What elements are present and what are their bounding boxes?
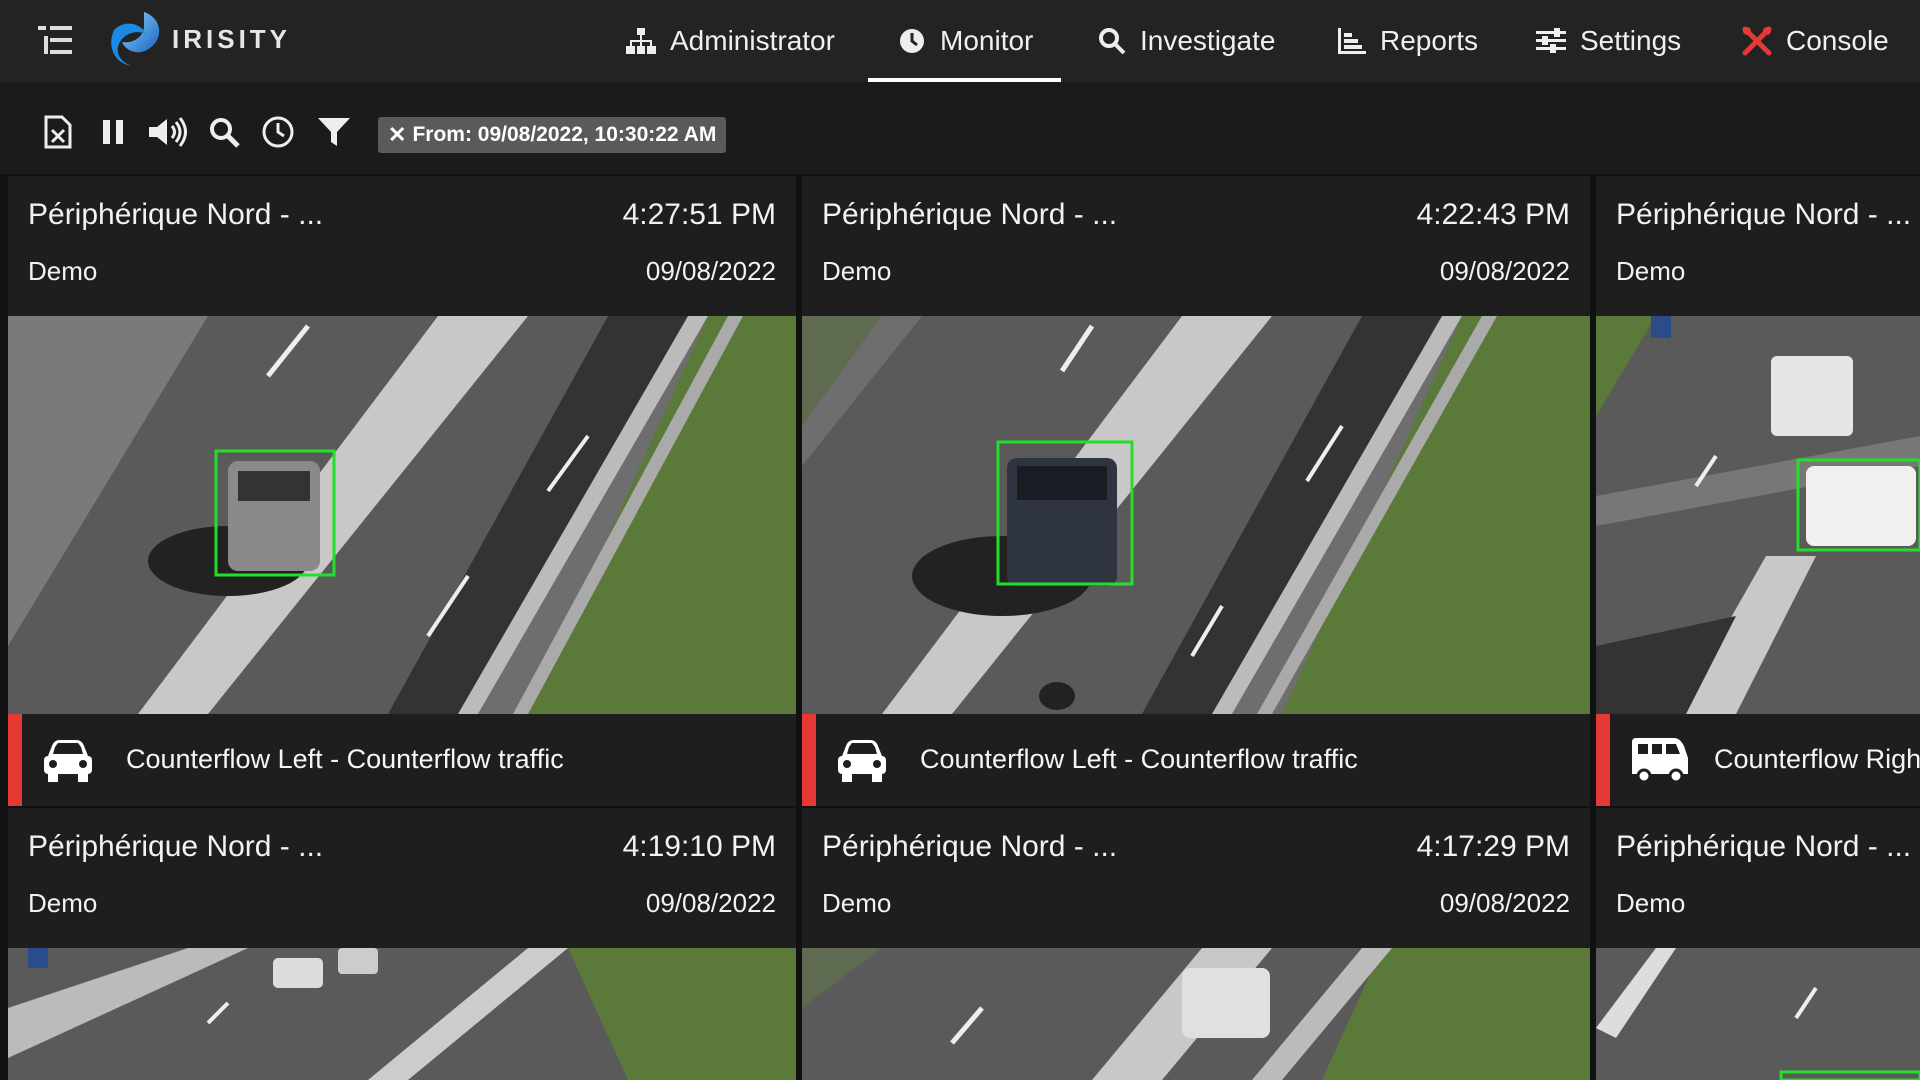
event-footer: Counterflow Righ — [1596, 714, 1920, 806]
event-card[interactable]: Périphérique Nord - ... 4:19:10 PM Demo … — [8, 808, 796, 1080]
event-date: 09/08/2022 — [645, 256, 776, 286]
event-label: Counterflow Left - Counterflow traffic — [126, 744, 564, 774]
export-excel-icon[interactable] — [40, 114, 76, 150]
site-name: Demo — [1616, 888, 1686, 918]
event-time: 4:27:51 PM — [622, 198, 776, 231]
camera-name: Périphérique Nord - ... — [28, 830, 324, 863]
van-icon — [1632, 738, 1688, 784]
chip-close-icon[interactable]: ✕ — [388, 122, 406, 148]
event-date: 09/08/2022 — [1439, 888, 1570, 918]
event-time: 4:19:10 PM — [622, 830, 776, 863]
event-footer: Counterflow Left - Counterflow traffic — [8, 714, 796, 806]
event-card[interactable]: Périphérique Nord - ... Demo Counterflow… — [1596, 176, 1920, 806]
bar-chart-icon — [1338, 28, 1366, 54]
nav-investigate[interactable]: Investigate — [1098, 0, 1275, 82]
camera-name: Périphérique Nord - ... — [1616, 198, 1912, 231]
search-icon[interactable] — [206, 114, 242, 150]
event-snapshot[interactable] — [1596, 948, 1920, 1080]
nav-label: Console — [1786, 25, 1889, 56]
event-date: 09/08/2022 — [1439, 256, 1570, 286]
event-snapshot[interactable] — [802, 316, 1590, 714]
clock-icon — [900, 29, 924, 53]
sidebar-toggle-icon[interactable] — [36, 22, 76, 58]
site-name: Demo — [1616, 256, 1686, 286]
top-nav-bar: IRISITY Administrator Monitor Investigat… — [0, 0, 1920, 82]
event-card[interactable]: Périphérique Nord - ... 4:22:43 PM Demo … — [802, 176, 1590, 806]
nav-console[interactable]: Console — [1742, 0, 1889, 82]
date-filter-chip[interactable]: ✕ From: 09/08/2022, 10:30:22 AM — [378, 117, 727, 153]
event-time: 4:22:43 PM — [1416, 198, 1570, 231]
nav-administrator[interactable]: Administrator — [626, 0, 835, 82]
event-snapshot[interactable] — [1596, 316, 1920, 714]
alert-indicator — [802, 714, 816, 806]
site-name: Demo — [28, 888, 98, 918]
event-card[interactable]: Périphérique Nord - ... 4:27:51 PM Demo … — [8, 176, 796, 806]
filter-icon[interactable] — [316, 114, 352, 150]
brand-name: IRISITY — [172, 24, 292, 54]
alert-indicator — [8, 714, 22, 806]
site-name: Demo — [28, 256, 98, 286]
nav-monitor[interactable]: Monitor — [868, 0, 1062, 82]
event-snapshot[interactable] — [8, 948, 796, 1080]
event-snapshot[interactable] — [802, 948, 1590, 1080]
nav-label: Reports — [1380, 25, 1479, 56]
event-label: Counterflow Left - Counterflow traffic — [920, 744, 1358, 774]
nav-settings[interactable]: Settings — [1536, 0, 1681, 82]
irisity-logo[interactable] — [104, 8, 168, 70]
event-footer: Counterflow Left - Counterflow traffic — [802, 714, 1590, 806]
nav-label: Settings — [1580, 25, 1682, 56]
site-name: Demo — [822, 888, 892, 918]
sliders-icon — [1536, 28, 1566, 53]
nav-label: Monitor — [940, 25, 1034, 56]
car-icon — [838, 740, 886, 782]
nav-label: Administrator — [670, 25, 835, 56]
event-snapshot[interactable] — [8, 316, 796, 714]
tools-icon — [1742, 26, 1772, 56]
event-date: 09/08/2022 — [645, 888, 776, 918]
event-label: Counterflow Righ — [1714, 744, 1920, 774]
event-card[interactable]: Périphérique Nord - ... 4:17:29 PM Demo … — [802, 808, 1590, 1080]
search-icon — [1099, 28, 1126, 55]
nav-label: Investigate — [1140, 25, 1276, 56]
chip-label: From: 09/08/2022, 10:30:22 AM — [412, 123, 717, 146]
volume-icon[interactable] — [146, 114, 190, 150]
camera-name: Périphérique Nord - ... — [822, 198, 1118, 231]
nav-reports[interactable]: Reports — [1338, 0, 1478, 82]
car-icon — [44, 740, 92, 782]
site-name: Demo — [822, 256, 892, 286]
camera-name: Périphérique Nord - ... — [28, 198, 324, 231]
event-time: 4:17:29 PM — [1416, 830, 1570, 863]
org-chart-icon — [626, 28, 656, 54]
alert-indicator — [1596, 714, 1610, 806]
pause-icon[interactable] — [95, 114, 131, 150]
event-card[interactable]: Périphérique Nord - ... Demo — [1596, 808, 1920, 1080]
history-clock-icon[interactable] — [260, 114, 296, 150]
camera-name: Périphérique Nord - ... — [1616, 830, 1912, 863]
camera-name: Périphérique Nord - ... — [822, 830, 1118, 863]
